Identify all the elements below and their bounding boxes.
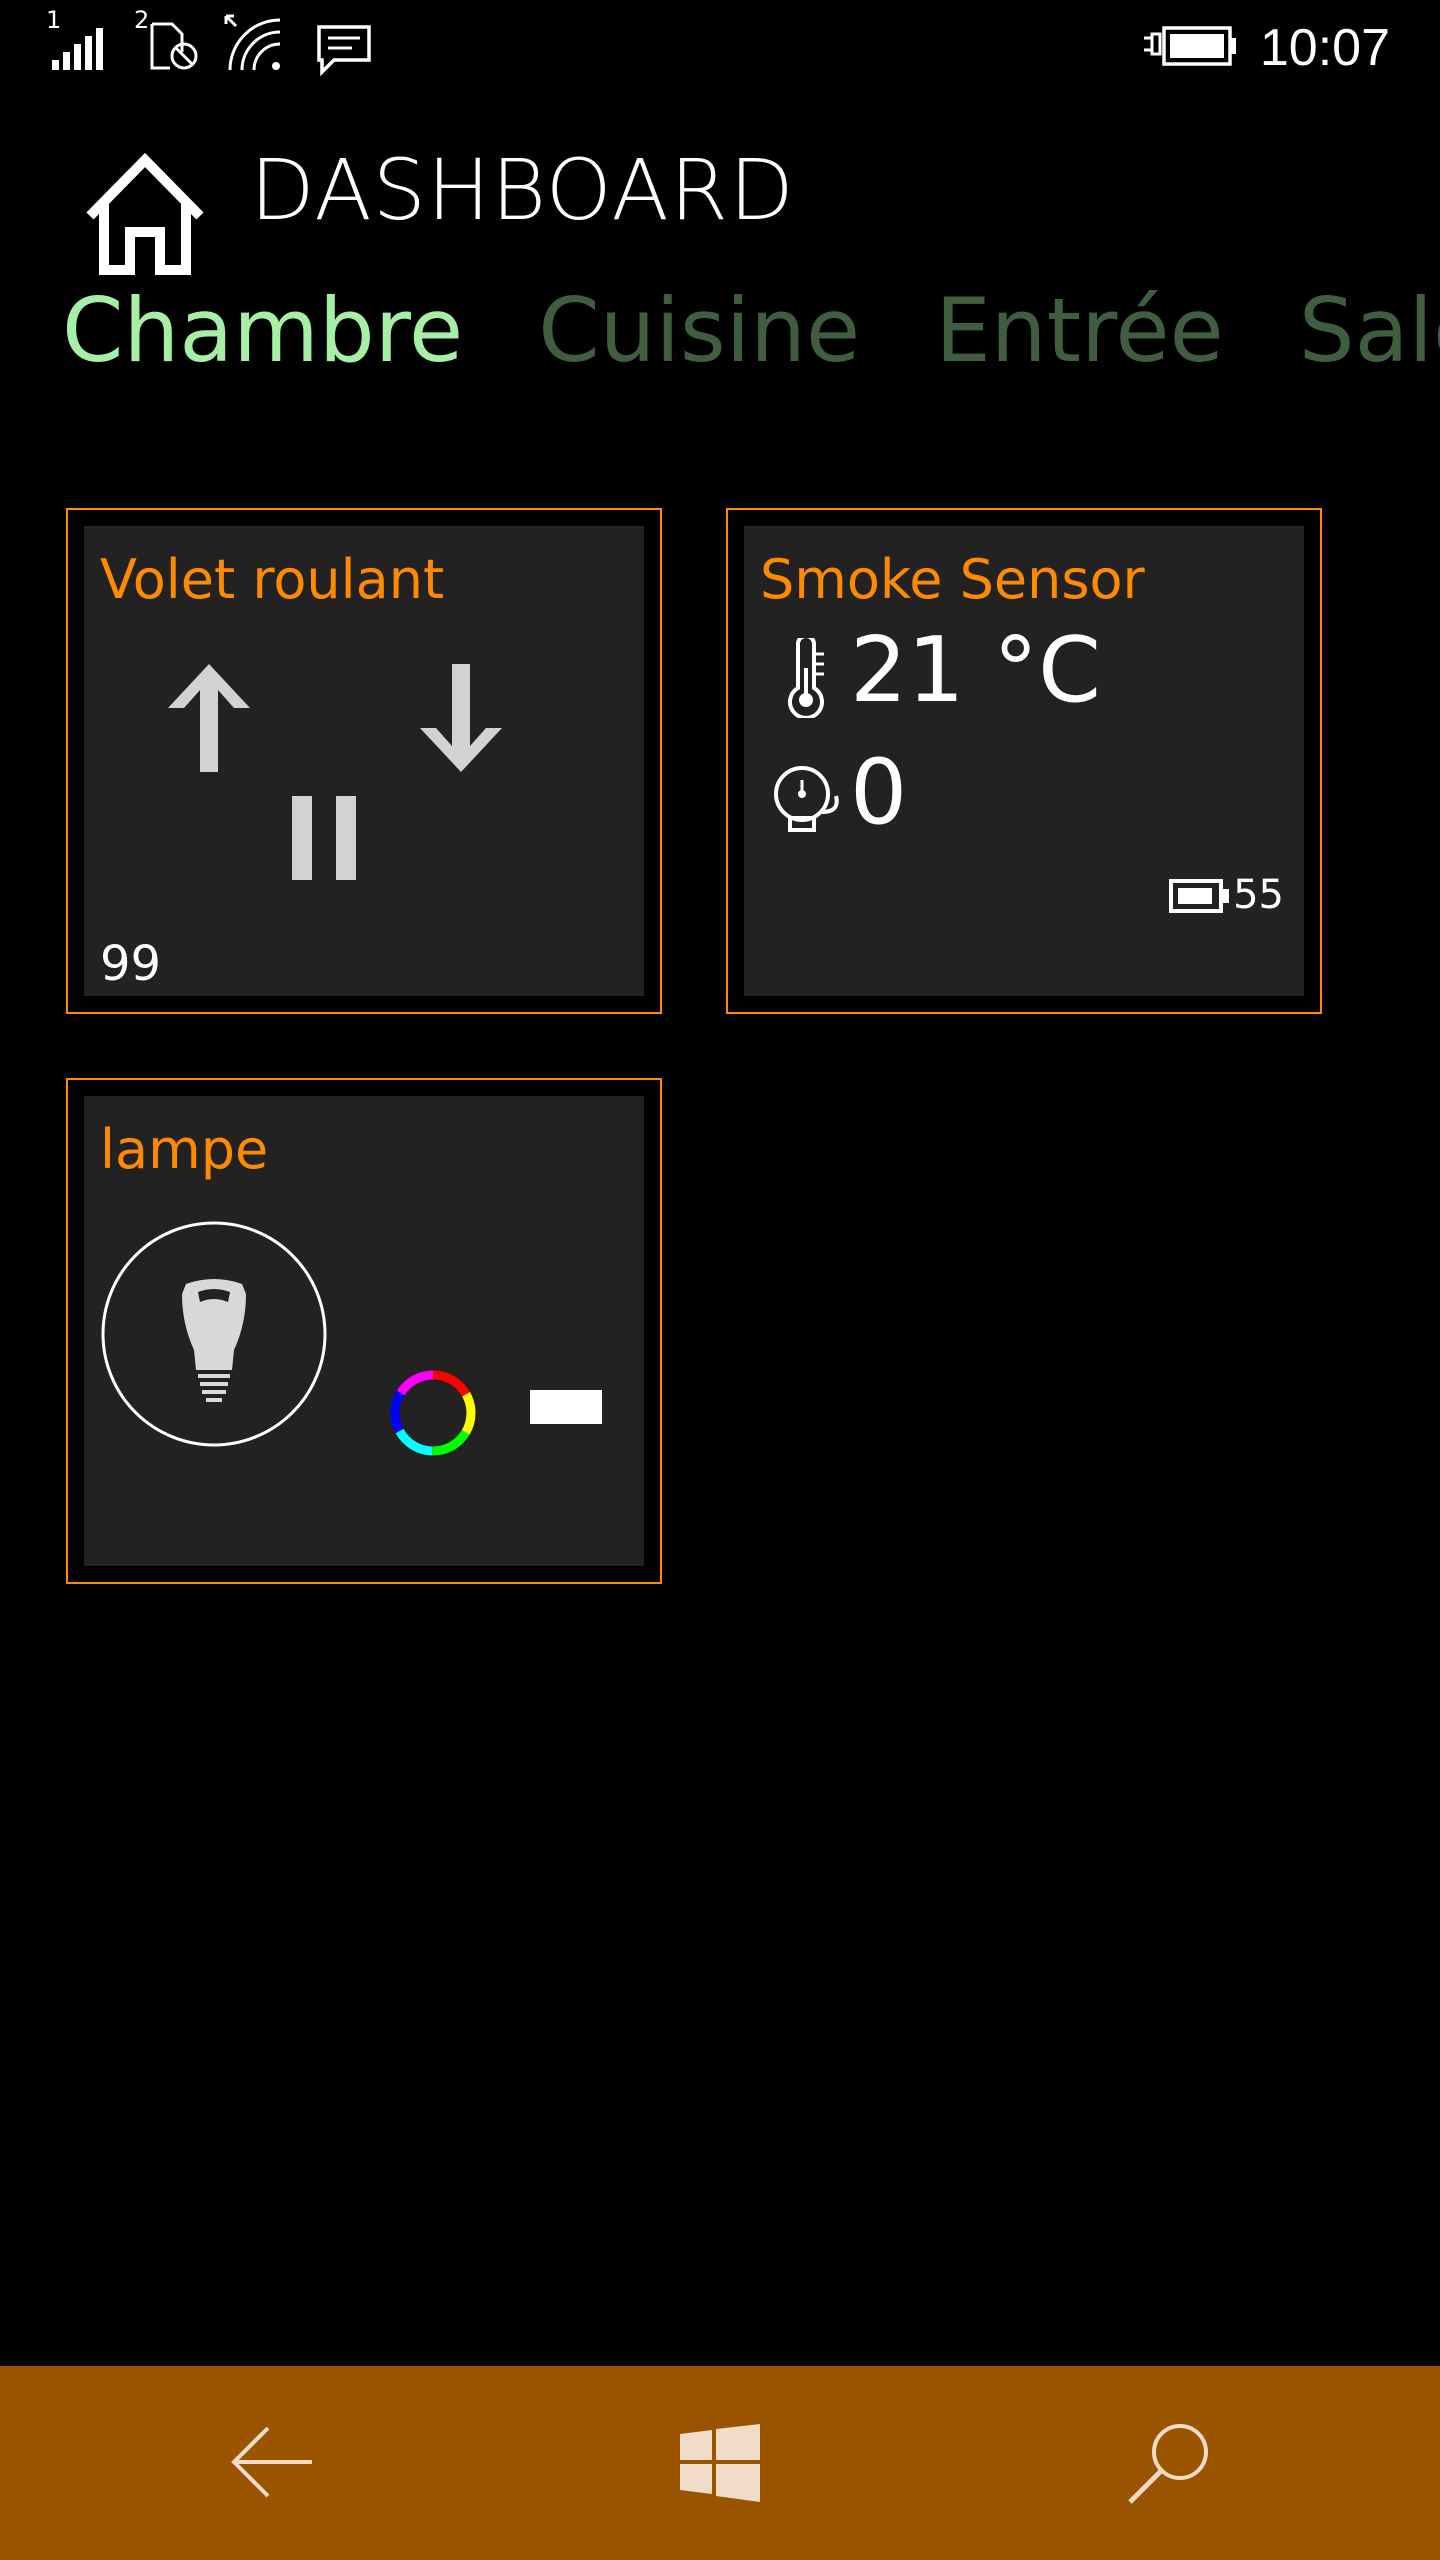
navigation-bar — [0, 2366, 1440, 2560]
tile-volet-title: Volet roulant — [100, 548, 445, 611]
home-icon[interactable] — [80, 150, 210, 278]
status-bar: 1 2 10:07 — [0, 0, 1440, 96]
back-button[interactable] — [172, 2366, 372, 2560]
page-title: DASHBOARD — [250, 141, 795, 239]
search-icon — [1128, 2424, 1208, 2504]
tile-smoke-title: Smoke Sensor — [760, 548, 1145, 611]
tab-entree[interactable]: Entrée — [935, 276, 1223, 386]
start-button[interactable] — [620, 2366, 820, 2560]
arrow-up-icon[interactable] — [164, 660, 254, 776]
tile-volet-body: Volet roulant 99 — [84, 526, 644, 996]
tile-lampe-title: lampe — [100, 1118, 269, 1181]
tab-salon[interactable]: Salon — [1299, 276, 1440, 386]
clock: 10:07 — [1259, 19, 1390, 77]
tile-lampe-body: lampe — [84, 1096, 644, 1566]
pivot-tabs: Chambre Cuisine Entrée Salon — [62, 276, 1440, 386]
tab-chambre[interactable]: Chambre — [62, 276, 463, 386]
color-wheel-icon[interactable] — [386, 1366, 480, 1460]
volet-position-value: 99 — [100, 936, 162, 992]
tile-lampe[interactable]: lampe — [66, 1078, 662, 1584]
search-button[interactable] — [1068, 2366, 1268, 2560]
pause-icon[interactable] — [290, 794, 360, 884]
tile-smoke-sensor[interactable]: Smoke Sensor 21 °C 0 55 — [726, 508, 1322, 1014]
arrow-down-icon[interactable] — [416, 660, 506, 776]
wifi-icon — [224, 14, 281, 71]
light-bulb-icon[interactable] — [100, 1220, 328, 1448]
signal-strength-icon — [52, 28, 103, 70]
sim2-label: 2 — [134, 6, 150, 34]
battery-charging-icon — [1144, 26, 1236, 66]
battery-level-value: 55 — [1233, 872, 1284, 918]
back-arrow-icon — [231, 2426, 312, 2498]
sim-no-signal-icon — [150, 22, 198, 70]
tile-volet-roulant[interactable]: Volet roulant 99 — [66, 508, 662, 1014]
message-icon — [317, 25, 371, 76]
alarm-value: 0 — [850, 740, 908, 845]
temperature-value: 21 °C — [850, 618, 1101, 723]
color-swatch[interactable] — [530, 1390, 602, 1424]
tile-smoke-body: Smoke Sensor 21 °C 0 55 — [744, 526, 1304, 996]
windows-logo-icon — [680, 2424, 760, 2502]
alarm-icon — [774, 766, 839, 832]
tab-cuisine[interactable]: Cuisine — [538, 276, 860, 386]
battery-icon — [1169, 879, 1229, 913]
thermometer-icon — [788, 638, 824, 718]
